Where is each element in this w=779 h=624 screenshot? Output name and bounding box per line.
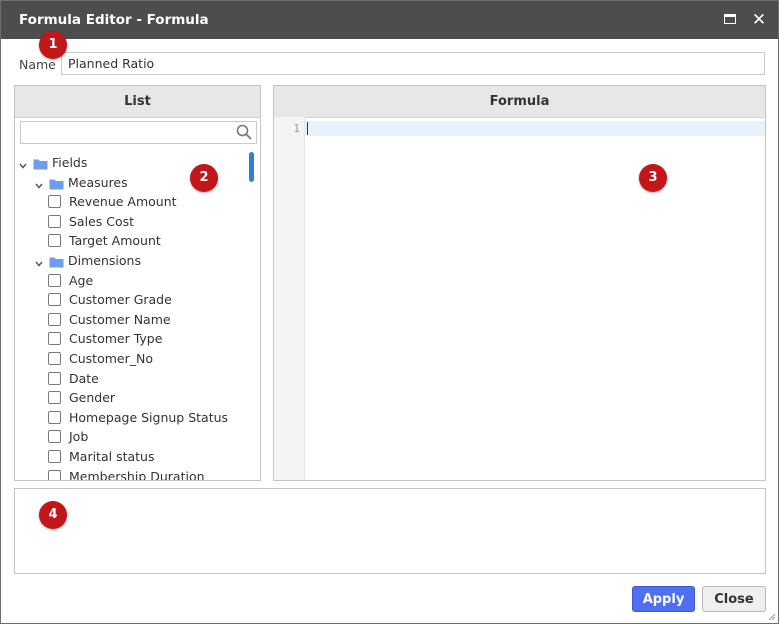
tree-field-item[interactable]: Target Amount xyxy=(15,231,245,250)
tree-field-item[interactable]: Customer Name xyxy=(15,310,245,329)
window-title: Formula Editor - Formula xyxy=(19,12,209,28)
field-checkbox[interactable] xyxy=(48,352,61,365)
search-icon[interactable] xyxy=(236,124,252,140)
callout-marker-1: 1 xyxy=(39,31,67,59)
field-checkbox[interactable] xyxy=(48,273,61,287)
description-panel xyxy=(14,488,766,574)
field-tree: Fields Measures Revenue Amount Sales Cost Ta… xyxy=(15,150,260,480)
field-label: Gender xyxy=(69,390,116,406)
tree-field-item[interactable]: Homepage Signup Status xyxy=(15,408,245,427)
tree-group-dimensions[interactable]: Dimensions xyxy=(15,251,245,270)
title-bar[interactable]: Formula Editor - Formula ✕ xyxy=(1,1,778,39)
resize-grip-icon[interactable] xyxy=(768,613,776,621)
field-label: Marital status xyxy=(69,449,155,464)
tree-field-item[interactable]: Revenue Amount xyxy=(15,192,245,211)
field-checkbox[interactable] xyxy=(48,371,61,385)
tree-field-item[interactable]: Sales Cost xyxy=(15,212,245,231)
tree-field-item[interactable]: Marital status xyxy=(15,447,245,466)
formula-panel: Formula 1 xyxy=(273,85,766,481)
tree-field-item[interactable]: Age xyxy=(15,271,245,290)
tree-field-item[interactable]: Customer Grade xyxy=(15,290,245,309)
field-label: Customer Type xyxy=(69,331,163,347)
field-checkbox[interactable] xyxy=(48,234,61,248)
tree-field-item[interactable]: Membership Duration xyxy=(15,467,245,480)
name-label: Name xyxy=(19,57,56,72)
tree-field-item[interactable]: Gender xyxy=(15,388,245,407)
name-input[interactable] xyxy=(61,52,765,75)
maximize-icon[interactable] xyxy=(723,12,739,28)
tree-folder-label: Dimensions xyxy=(68,253,141,268)
field-checkbox[interactable] xyxy=(48,410,61,424)
chevron-down-icon[interactable] xyxy=(34,177,44,189)
formula-editor-area[interactable] xyxy=(305,121,765,136)
formula-panel-header: Formula xyxy=(274,86,765,118)
field-checkbox[interactable] xyxy=(48,293,61,307)
list-panel: List Fields Measures Revenue Amount Sales C… xyxy=(14,85,261,481)
close-button[interactable]: Close xyxy=(702,586,766,612)
field-label: Date xyxy=(69,370,99,386)
field-checkbox[interactable] xyxy=(48,430,61,444)
field-label: Age xyxy=(69,272,94,288)
line-number-gutter: 1 xyxy=(274,117,305,480)
field-label: Customer_No xyxy=(69,351,153,366)
chevron-down-icon[interactable] xyxy=(34,255,44,267)
tree-field-item[interactable]: Date xyxy=(15,369,245,388)
field-label: Job xyxy=(69,429,89,445)
field-label: Target Amount xyxy=(69,233,161,249)
field-label: Homepage Signup Status xyxy=(69,409,229,425)
tree-field-item[interactable]: Job xyxy=(15,427,245,446)
field-checkbox[interactable] xyxy=(48,214,61,228)
folder-icon xyxy=(49,254,64,268)
field-label: Customer Name xyxy=(69,311,171,327)
field-checkbox[interactable] xyxy=(48,450,61,463)
line-number: 1 xyxy=(293,122,300,135)
tree-scrollbar[interactable] xyxy=(248,150,256,478)
tree-folder-label: Measures xyxy=(68,174,128,190)
search-box xyxy=(20,121,257,144)
field-checkbox[interactable] xyxy=(48,195,61,209)
field-label: Revenue Amount xyxy=(69,194,177,210)
field-checkbox[interactable] xyxy=(48,391,61,405)
field-label: Sales Cost xyxy=(69,213,135,229)
formula-editor-dialog: Formula Editor - Formula ✕ Name List Fie… xyxy=(0,0,779,624)
chevron-down-icon[interactable] xyxy=(18,157,28,169)
close-icon[interactable]: ✕ xyxy=(751,12,767,29)
folder-icon xyxy=(33,156,48,170)
tree-folder-label: Fields xyxy=(52,155,88,170)
list-panel-header: List xyxy=(15,86,260,118)
apply-button[interactable]: Apply xyxy=(632,586,695,612)
folder-icon xyxy=(49,176,64,190)
field-checkbox[interactable] xyxy=(48,312,61,326)
tree-field-item[interactable]: Customer_No xyxy=(15,349,245,368)
search-input[interactable] xyxy=(21,122,237,143)
callout-marker-4: 4 xyxy=(39,501,67,529)
callout-marker-2: 2 xyxy=(190,164,218,192)
callout-marker-3: 3 xyxy=(639,164,667,192)
field-checkbox[interactable] xyxy=(48,332,61,346)
tree-field-item[interactable]: Customer Type xyxy=(15,329,245,348)
tree-scrollbar-thumb[interactable] xyxy=(249,152,254,182)
field-label: Membership Duration xyxy=(69,468,205,480)
field-checkbox[interactable] xyxy=(48,469,61,480)
field-label: Customer Grade xyxy=(69,292,172,308)
text-cursor xyxy=(307,122,308,135)
